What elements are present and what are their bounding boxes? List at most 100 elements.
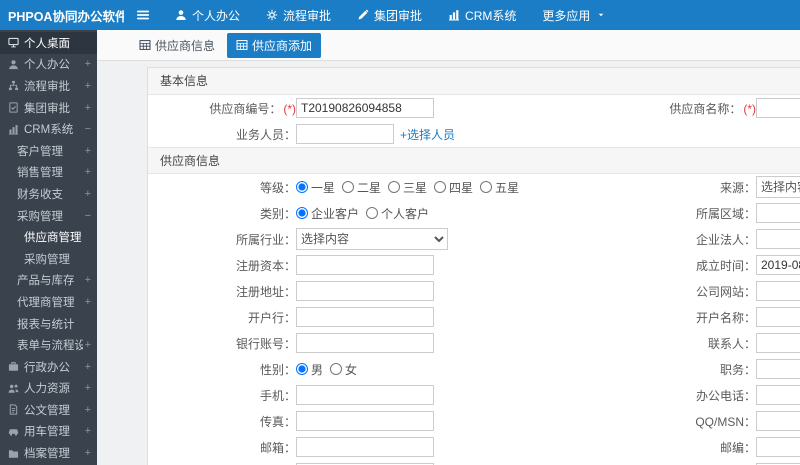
gender-radio-0[interactable] (296, 363, 308, 375)
mobile-input[interactable] (296, 385, 434, 405)
level-radio-2[interactable] (388, 181, 401, 193)
expand-toggle-icon[interactable]: + (83, 382, 91, 394)
sidebar-item-archive-mgmt[interactable]: 档案管理 + (0, 442, 97, 464)
nav-item-group-approval[interactable]: 集团审批 (344, 0, 435, 30)
flow-icon (8, 80, 19, 91)
level-option-2[interactable]: 三星 (388, 179, 427, 196)
expand-toggle-icon[interactable]: + (83, 425, 91, 437)
category-option-0[interactable]: 企业客户 (296, 205, 359, 222)
expand-toggle-icon[interactable]: + (83, 274, 91, 286)
sidebar-item-sales-mgmt[interactable]: 销售管理 + (0, 162, 97, 184)
fax-input[interactable] (296, 411, 434, 431)
nav-item-process-approval[interactable]: 流程审批 (253, 0, 344, 30)
office-phone-field-wrap (756, 385, 800, 405)
level-option-1[interactable]: 二星 (342, 179, 381, 196)
nav-item-more-apps[interactable]: 更多应用 (529, 0, 618, 30)
bank-input[interactable] (296, 307, 434, 327)
sidebar-item-hr[interactable]: 人力资源 + (0, 378, 97, 400)
sidebar-item-group-approval[interactable]: 集团审批 + (0, 97, 97, 119)
sidebar-item-reports-stats[interactable]: 报表与统计 (0, 313, 97, 335)
approve-icon (8, 102, 19, 113)
contact-input[interactable] (756, 333, 800, 353)
nav-item-label: 集团审批 (374, 8, 423, 23)
expand-toggle-icon[interactable]: + (83, 145, 91, 157)
select-person-link[interactable]: +选择人员 (400, 126, 455, 143)
menu-toggle-button[interactable] (124, 8, 162, 22)
registered-capital-input[interactable] (296, 255, 434, 275)
registered-address-input[interactable] (296, 281, 434, 301)
industry-select[interactable]: 选择内容 (296, 228, 448, 250)
website-input[interactable] (756, 281, 800, 301)
established-date-field-wrap (756, 255, 800, 275)
expand-toggle-icon[interactable]: + (83, 166, 91, 178)
tab-label: 供应商添加 (252, 38, 313, 53)
position-input[interactable] (756, 359, 800, 379)
expand-toggle-icon[interactable]: + (83, 296, 91, 308)
expand-toggle-icon[interactable]: + (83, 404, 91, 416)
account-name-input[interactable] (756, 307, 800, 327)
sidebar-item-vehicle-mgmt[interactable]: 用车管理 + (0, 421, 97, 443)
supplier-no-input[interactable] (296, 98, 434, 118)
sidebar-item-customer-mgmt[interactable]: 客户管理 + (0, 140, 97, 162)
sales-person-input[interactable] (296, 124, 394, 144)
level-option-0[interactable]: 一星 (296, 179, 335, 196)
sidebar-item-process-approval[interactable]: 流程审批 + (0, 75, 97, 97)
sidebar-item-finance[interactable]: 财务收支 + (0, 183, 97, 205)
qq-msn-input[interactable] (756, 411, 800, 431)
level-radio-0[interactable] (296, 181, 308, 193)
sidebar-item-supplier-mgmt[interactable]: 供应商管理 (0, 226, 97, 248)
hamburger-icon (136, 8, 150, 22)
sales-person-field: +选择人员 (296, 124, 616, 144)
bank-account-input[interactable] (296, 333, 434, 353)
category-option-1[interactable]: 个人客户 (366, 205, 429, 222)
sidebar-item-admin-office[interactable]: 行政办公 + (0, 356, 97, 378)
bank-label: 开户行： (247, 310, 296, 325)
source-field-wrap: 选择内容 (756, 176, 800, 198)
office-phone-input[interactable] (756, 385, 800, 405)
source-select[interactable]: 选择内容 (756, 176, 800, 198)
sidebar-item-personal-desktop[interactable]: 个人桌面 (0, 32, 97, 54)
sidebar-item-procurement[interactable]: 采购管理 (0, 248, 97, 270)
sidebar-item-crm-system[interactable]: CRM系统 − (0, 118, 97, 140)
category-radio-1[interactable] (366, 207, 379, 219)
region-input[interactable] (756, 203, 800, 223)
level-radio-4[interactable] (480, 181, 493, 193)
level-radio-3[interactable] (434, 181, 447, 193)
gender-option-1[interactable]: 女 (330, 361, 357, 378)
expand-toggle-icon[interactable]: + (83, 447, 91, 459)
sidebar-item-product-inventory[interactable]: 产品与库存 + (0, 270, 97, 292)
doc-icon (8, 404, 19, 415)
level-radio-1[interactable] (342, 181, 355, 193)
zipcode-input[interactable] (756, 437, 800, 457)
expand-toggle-icon[interactable]: + (83, 339, 91, 351)
sidebar-item-doc-mgmt[interactable]: 公文管理 + (0, 399, 97, 421)
tab-supplier-info[interactable]: 供应商信息 (130, 33, 224, 58)
expand-toggle-icon[interactable]: + (83, 80, 91, 92)
expand-toggle-icon[interactable]: + (83, 361, 91, 373)
position-field (756, 359, 800, 379)
supplier-name-input[interactable] (756, 98, 800, 118)
expand-toggle-icon[interactable]: − (83, 210, 91, 222)
expand-toggle-icon[interactable]: + (83, 58, 91, 70)
expand-toggle-icon[interactable]: − (83, 123, 91, 135)
gender-option-0[interactable]: 男 (296, 361, 323, 378)
gender-radio-1[interactable] (330, 363, 343, 375)
level-option-3[interactable]: 四星 (434, 179, 473, 196)
sidebar-item-purchasing-mgmt[interactable]: 采购管理 − (0, 205, 97, 227)
contact-label: 联系人： (707, 336, 756, 351)
email-input[interactable] (296, 437, 434, 457)
category-radio-0[interactable] (296, 207, 308, 219)
sidebar-item-agent-mgmt[interactable]: 代理商管理 + (0, 291, 97, 313)
legal-person-input[interactable] (756, 229, 800, 249)
sidebar-item-personal-office[interactable]: 个人办公 + (0, 54, 97, 76)
briefcase-icon (8, 361, 19, 372)
nav-item-crm-system[interactable]: CRM系统 (435, 0, 529, 30)
sidebar-item-label: 档案管理 (24, 448, 70, 461)
tab-supplier-add[interactable]: 供应商添加 (227, 32, 322, 58)
expand-toggle-icon[interactable]: + (83, 102, 91, 114)
nav-item-personal-office[interactable]: 个人办公 (162, 0, 253, 30)
level-option-4[interactable]: 五星 (480, 179, 519, 196)
sidebar-item-form-flow-settings[interactable]: 表单与流程设置+ (0, 334, 97, 356)
established-date-input[interactable] (756, 255, 800, 275)
expand-toggle-icon[interactable]: + (83, 188, 91, 200)
